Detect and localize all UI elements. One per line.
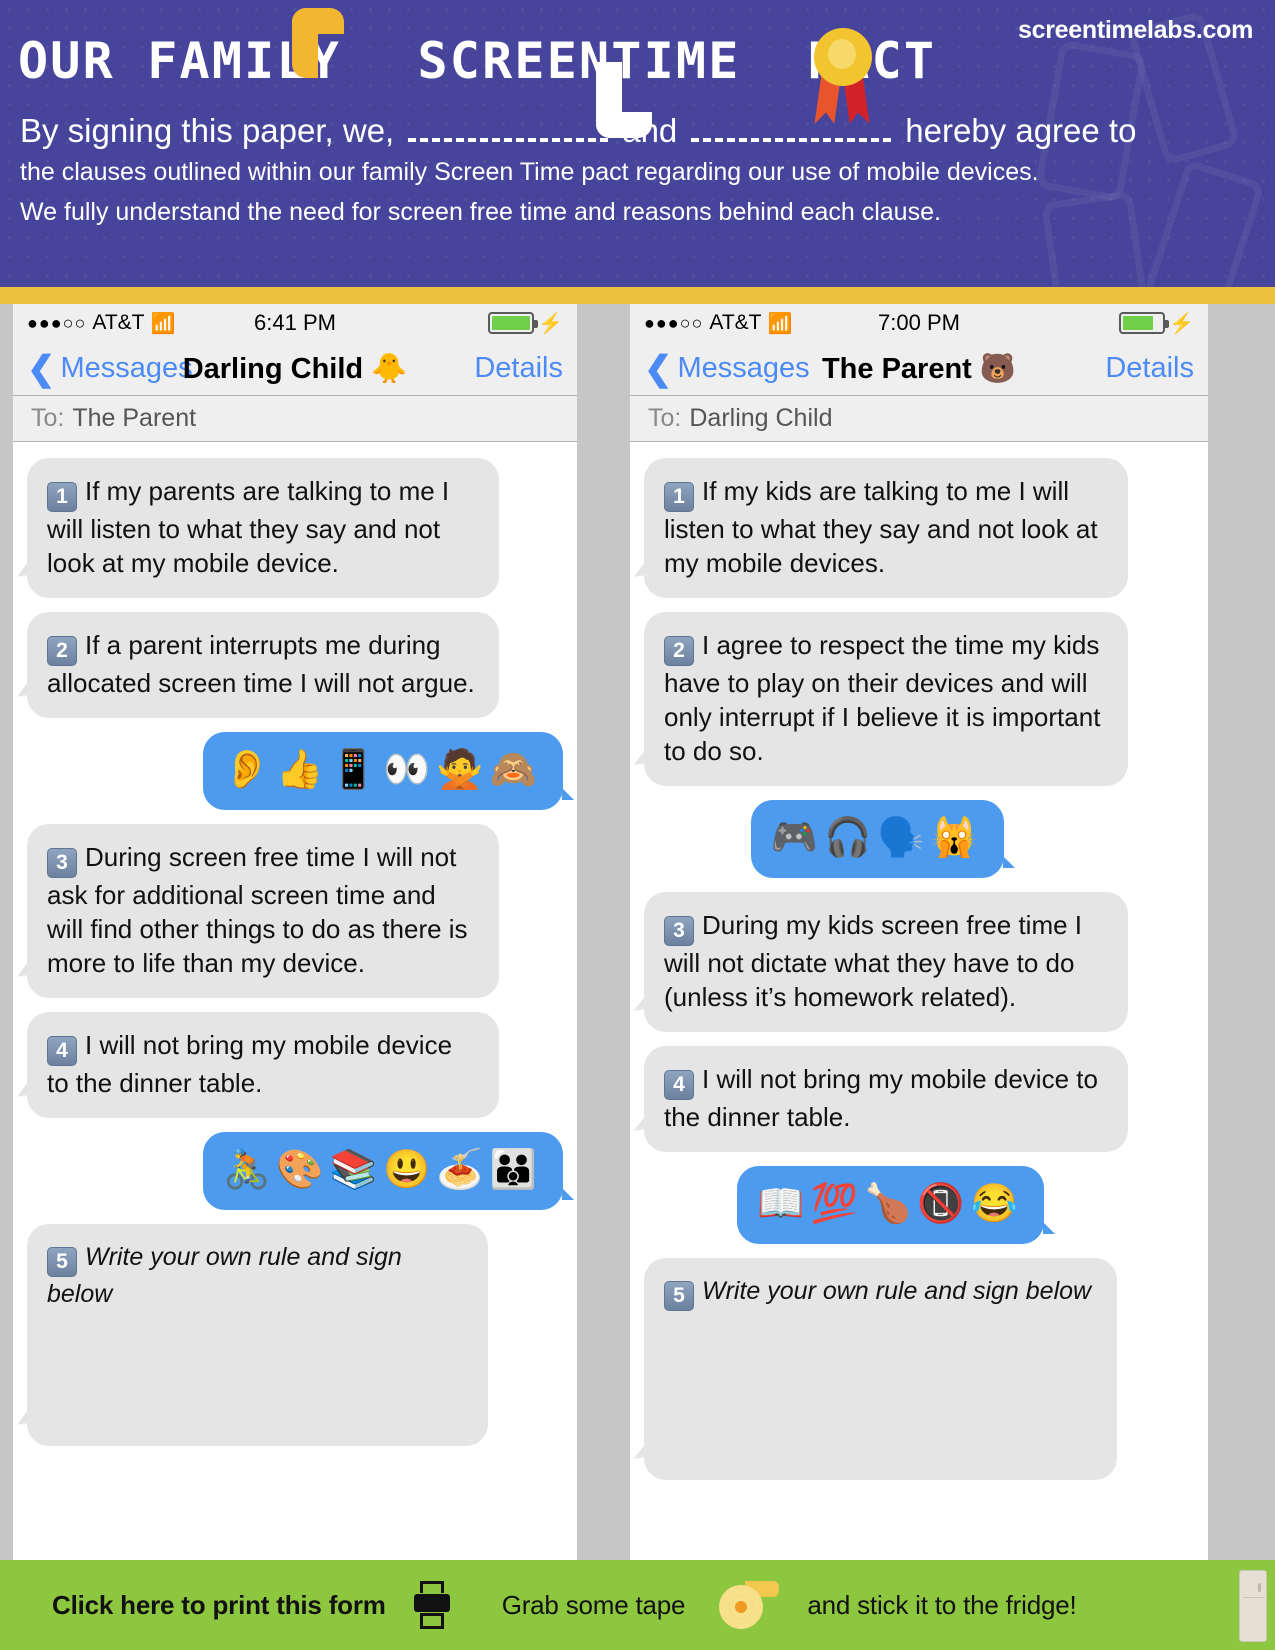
- message-row: 2 If a parent interrupts me during alloca…: [27, 612, 563, 718]
- signature-line-1[interactable]: [408, 112, 609, 142]
- rule-number-badge: 5: [47, 1247, 77, 1277]
- title-part-2: SCREENTIME: [417, 32, 741, 90]
- rule-number-badge: 3: [47, 848, 77, 878]
- open-quote-icon: [292, 8, 348, 80]
- rule-number-badge: 2: [664, 636, 694, 666]
- status-bar: ●●●○○ AT&T 📶 6:41 PM ⚡: [13, 304, 577, 342]
- message-text: If a parent interrupts me during allocat…: [47, 630, 475, 698]
- rule-number-badge: 1: [47, 482, 77, 512]
- printer-icon[interactable]: [413, 1581, 450, 1629]
- chevron-left-icon: ❮: [644, 349, 673, 388]
- emoji-sequence: 👂👍📱👀🙅🙈: [223, 749, 543, 791]
- status-bar: ●●●○○ AT&T 📶 7:00 PM ⚡: [630, 304, 1208, 342]
- message-bubble[interactable]: 1 If my parents are talking to me I will …: [27, 458, 499, 598]
- page-footer: Click here to print this form Grab some …: [0, 1560, 1275, 1650]
- message-row: 🎮🎧🗣️🙀: [644, 800, 1194, 878]
- to-field[interactable]: To: Darling Child: [630, 396, 1208, 442]
- award-rosette-icon: [806, 28, 882, 124]
- close-quote-icon: [596, 60, 652, 138]
- emoji-bubble[interactable]: 📖💯🍗📵😂: [737, 1166, 1055, 1244]
- contact-name: The Parent: [821, 352, 972, 385]
- print-form-link[interactable]: Click here to print this form: [52, 1590, 386, 1621]
- emoji-sequence: 🎮🎧🗣️🙀: [770, 817, 984, 859]
- emoji-bubble[interactable]: 🚴🎨📚😃🍝👪: [203, 1132, 574, 1210]
- bear-face-icon: 🐻: [979, 352, 1017, 385]
- rule-number-badge: 4: [664, 1070, 694, 1100]
- message-bubble[interactable]: 3 During screen free time I will not ask …: [27, 824, 499, 998]
- message-row: 1 If my kids are talking to me I will lis…: [644, 458, 1194, 598]
- message-text: If my parents are talking to me I will l…: [47, 476, 450, 578]
- message-row: 2I agree to respect the time my kids hav…: [644, 612, 1194, 786]
- message-row: 4I will not bring my mobile device to th…: [27, 1012, 563, 1118]
- message-bubble[interactable]: 1 If my kids are talking to me I will lis…: [644, 458, 1128, 598]
- details-button[interactable]: Details: [1105, 352, 1194, 385]
- write-in-rule-bubble[interactable]: 5 Write your own rule and sign below: [644, 1258, 1117, 1480]
- nav-bar: ❮ Messages The Parent 🐻 Details: [630, 342, 1208, 396]
- message-row: 5 Write your own rule and sign below: [27, 1224, 563, 1446]
- to-label: To:: [648, 404, 682, 432]
- message-bubble[interactable]: 2 If a parent interrupts me during alloca…: [27, 612, 499, 718]
- baby-chick-icon: 🐥: [371, 352, 408, 385]
- intro-prefix: By signing this paper, we,: [20, 112, 395, 149]
- message-row: 4I will not bring my mobile device to th…: [644, 1046, 1194, 1152]
- rule-number-badge: 4: [47, 1036, 77, 1066]
- emoji-sequence: 🚴🎨📚😃🍝👪: [223, 1149, 543, 1191]
- phones-container: ●●●○○ AT&T 📶 6:41 PM ⚡ ❮ Messages Darlin…: [0, 304, 1275, 1560]
- message-text: I agree to respect the time my kids have…: [664, 630, 1101, 766]
- back-to-messages-button[interactable]: ❮ Messages: [27, 352, 193, 386]
- message-text: During my kids screen free time I will n…: [664, 910, 1083, 1012]
- to-field[interactable]: To: The Parent: [13, 396, 577, 442]
- message-text: I will not bring my mobile device to the…: [664, 1064, 1098, 1132]
- message-thread: 1 If my parents are talking to me I will …: [13, 442, 577, 1560]
- write-in-prompt: Write your own rule and sign below: [702, 1277, 1092, 1305]
- back-to-messages-button[interactable]: ❮ Messages: [644, 352, 810, 386]
- message-text: If my kids are talking to me I will list…: [664, 476, 1098, 578]
- message-bubble[interactable]: 2I agree to respect the time my kids hav…: [644, 612, 1128, 786]
- message-thread: 1 If my kids are talking to me I will lis…: [630, 442, 1208, 1560]
- phone-parent: ●●●○○ AT&T 📶 7:00 PM ⚡ ❮ Messages The Pa…: [630, 304, 1208, 1560]
- gold-divider-bar: [0, 287, 1275, 304]
- page-header: screentimelabs.com OUR FAMILY SCREENTIME…: [0, 0, 1275, 287]
- message-row: 👂👍📱👀🙅🙈: [27, 732, 574, 810]
- chevron-left-icon: ❮: [27, 349, 56, 388]
- message-bubble[interactable]: 3 During my kids screen free time I will …: [644, 892, 1128, 1032]
- battery-icon: [1119, 312, 1170, 334]
- write-in-rule-bubble[interactable]: 5 Write your own rule and sign below: [27, 1224, 488, 1446]
- to-label: To:: [31, 404, 65, 432]
- stick-to-fridge-label: and stick it to the fridge!: [807, 1589, 1077, 1620]
- rule-number-badge: 2: [47, 636, 77, 666]
- nav-bar: ❮ Messages Darling Child 🐥 Details: [13, 342, 577, 396]
- to-recipient: Darling Child: [689, 404, 833, 432]
- phone-gutter: [577, 304, 630, 1560]
- battery-icon: [488, 312, 539, 334]
- back-label: Messages: [677, 352, 810, 384]
- grab-tape-label: Grab some tape: [501, 1589, 686, 1620]
- rule-number-badge: 1: [664, 482, 694, 512]
- message-row: 🚴🎨📚😃🍝👪: [27, 1132, 574, 1210]
- message-row: 📖💯🍗📵😂: [644, 1166, 1194, 1244]
- message-text: During screen free time I will not ask f…: [47, 842, 468, 978]
- message-bubble[interactable]: 4I will not bring my mobile device to th…: [644, 1046, 1128, 1152]
- rule-number-badge: 5: [664, 1281, 694, 1311]
- message-row: 1 If my parents are talking to me I will …: [27, 458, 563, 598]
- message-text: I will not bring my mobile device to the…: [47, 1030, 453, 1098]
- message-bubble[interactable]: 4I will not bring my mobile device to th…: [27, 1012, 499, 1118]
- message-row: 5 Write your own rule and sign below: [644, 1258, 1194, 1480]
- page-title: OUR FAMILY SCREENTIME PACT: [0, 0, 1275, 138]
- contact-name: Darling Child: [182, 352, 364, 385]
- back-label: Messages: [60, 352, 193, 384]
- emoji-bubble[interactable]: 🎮🎧🗣️🙀: [750, 800, 1016, 878]
- message-row: 3 During my kids screen free time I will …: [644, 892, 1194, 1032]
- write-in-prompt: Write your own rule and sign below: [47, 1243, 402, 1308]
- message-row: 3 During screen free time I will not ask …: [27, 824, 563, 998]
- emoji-bubble[interactable]: 👂👍📱👀🙅🙈: [203, 732, 574, 810]
- to-recipient: The Parent: [72, 404, 197, 432]
- details-button[interactable]: Details: [474, 352, 563, 385]
- phone-child: ●●●○○ AT&T 📶 6:41 PM ⚡ ❮ Messages Darlin…: [13, 304, 577, 1560]
- tape-roll-icon: [719, 1581, 780, 1629]
- emoji-sequence: 📖💯🍗📵😂: [757, 1183, 1024, 1225]
- fridge-icon: [1239, 1570, 1267, 1642]
- rule-number-badge: 3: [664, 916, 694, 946]
